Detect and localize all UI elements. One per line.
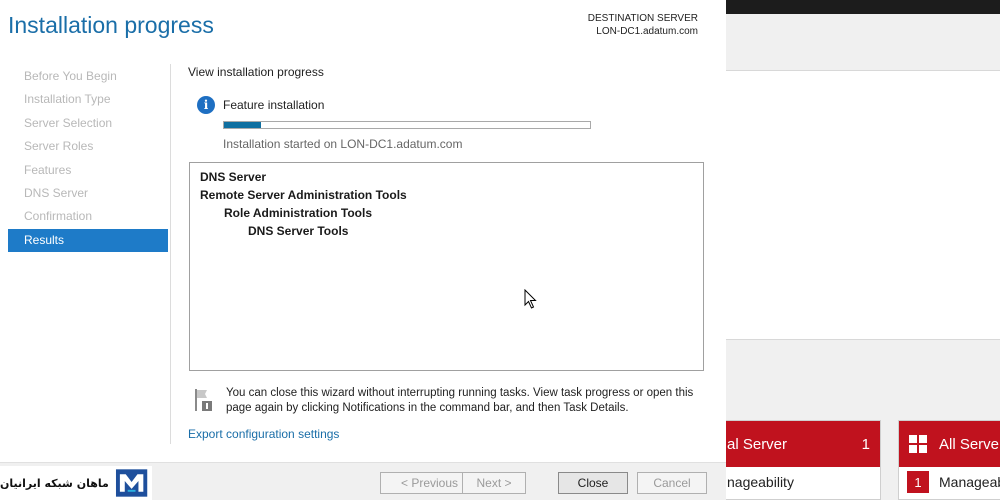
local-server-tile-row-label: nageability <box>727 474 794 490</box>
installation-started-text: Installation started on LON-DC1.adatum.c… <box>223 137 463 151</box>
nav-item-before-you-begin[interactable]: Before You Begin <box>8 65 168 88</box>
result-item-rsat: Remote Server Administration Tools <box>200 188 407 202</box>
local-server-tile-count: 1 <box>861 435 870 453</box>
flag-notification-icon <box>195 389 212 411</box>
nav-item-features[interactable]: Features <box>8 159 168 182</box>
destination-server-name: LON-DC1.adatum.com <box>596 26 698 37</box>
results-list[interactable]: DNS Server Remote Server Administration … <box>189 162 704 371</box>
nav-item-confirmation[interactable]: Confirmation <box>8 205 168 228</box>
all-servers-tile-header[interactable]: All Server <box>899 421 1000 467</box>
servers-grid-icon <box>909 435 927 453</box>
close-button[interactable]: Close <box>558 472 628 494</box>
local-server-tile[interactable]: al Server 1 nageability <box>706 420 881 500</box>
nav-item-server-roles[interactable]: Server Roles <box>8 135 168 158</box>
export-configuration-link[interactable]: Export configuration settings <box>188 427 339 441</box>
local-server-tile-row[interactable]: nageability <box>707 467 880 497</box>
nav-item-installation-type[interactable]: Installation Type <box>8 88 168 111</box>
brand-logo-icon <box>115 469 148 497</box>
info-icon: i <box>197 96 215 114</box>
server-manager-background: al Server 1 nageability All Server 1 Man… <box>706 0 1000 500</box>
background-panel <box>726 70 1000 340</box>
result-item-dns-server: DNS Server <box>200 170 267 184</box>
destination-server-info: DESTINATION SERVER LON-DC1.adatum.com <box>588 12 698 38</box>
all-servers-tile-row-label: Manageab <box>939 474 1000 490</box>
all-servers-tile-title: All Server <box>939 435 1000 453</box>
next-button[interactable]: Next > <box>462 472 526 494</box>
nav-divider <box>170 64 171 444</box>
local-server-tile-title: al Server <box>727 435 788 453</box>
cancel-button[interactable]: Cancel <box>637 472 707 494</box>
background-titlebar <box>726 0 1000 14</box>
watermark: ماهان شبکه ایرانیان <box>0 466 152 500</box>
destination-label: DESTINATION SERVER <box>587 13 698 24</box>
nav-item-dns-server[interactable]: DNS Server <box>8 182 168 205</box>
local-server-tile-header[interactable]: al Server 1 <box>707 421 880 467</box>
wizard-nav: Before You Begin Installation Type Serve… <box>8 65 168 253</box>
all-servers-tile[interactable]: All Server 1 Manageab <box>898 420 1000 500</box>
nav-item-server-selection[interactable]: Server Selection <box>8 112 168 135</box>
all-servers-badge: 1 <box>907 471 929 493</box>
nav-item-results[interactable]: Results <box>8 228 168 253</box>
progress-bar-fill <box>224 122 261 128</box>
watermark-text: ماهان شبکه ایرانیان <box>0 476 109 490</box>
section-label: View installation progress <box>188 65 324 79</box>
feature-installation-label: Feature installation <box>223 98 325 112</box>
all-servers-tile-row[interactable]: 1 Manageab <box>899 467 1000 497</box>
result-item-role-admin-tools: Role Administration Tools <box>224 206 373 220</box>
page-title: Installation progress <box>8 12 214 38</box>
add-roles-wizard: Installation progress DESTINATION SERVER… <box>0 0 726 500</box>
installation-progress-bar <box>223 121 591 129</box>
mouse-pointer-icon <box>524 289 537 309</box>
close-wizard-note: You can close this wizard without interr… <box>226 387 694 414</box>
result-item-dns-server-tools: DNS Server Tools <box>248 224 349 238</box>
